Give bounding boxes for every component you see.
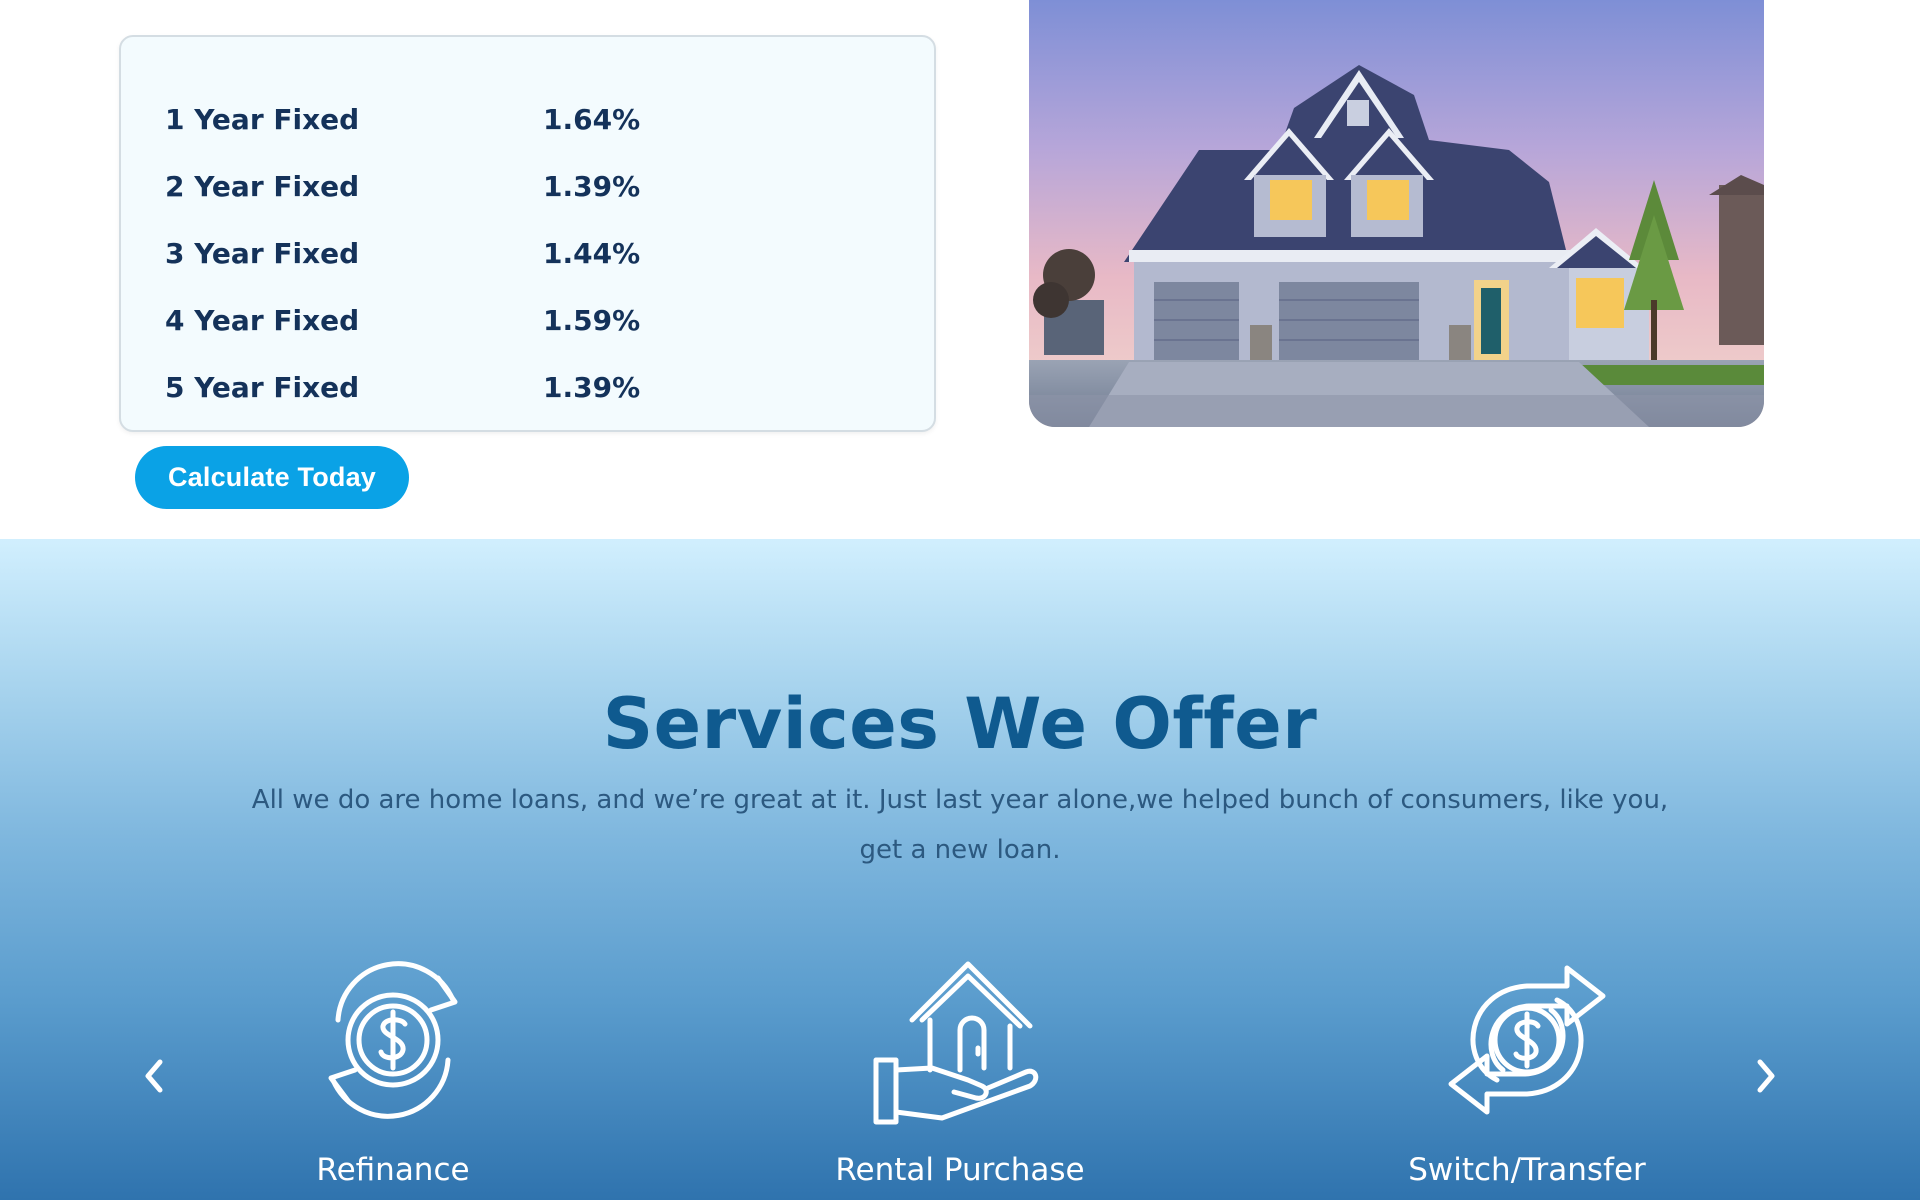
rate-value: 1.39%: [543, 169, 641, 203]
chevron-left-icon: [145, 1059, 163, 1093]
chevron-right-icon: [1757, 1059, 1775, 1093]
service-card-switch-transfer[interactable]: Switch/Transfer: [1347, 950, 1707, 1200]
rate-value: 1.44%: [543, 236, 641, 270]
rate-term: 4 Year Fixed: [165, 303, 360, 337]
rate-row: 1 Year Fixed 1.64%: [165, 99, 640, 139]
service-label: Rental Purchase: [835, 1152, 1085, 1188]
service-card-refinance[interactable]: Refinance: [213, 950, 573, 1200]
services-description: All we do are home loans, and we’re grea…: [251, 785, 1669, 865]
carousel-prev-button[interactable]: [134, 1051, 174, 1101]
services-title: Services We Offer: [602, 683, 1318, 765]
rate-row: 3 Year Fixed 1.44%: [165, 233, 640, 273]
services-section: Services We Offer All we do are home loa…: [0, 539, 1920, 1200]
rate-row: 5 Year Fixed 1.39%: [165, 367, 640, 407]
rates-section: 1 Year Fixed 1.64% 2 Year Fixed 1.39% 3 …: [0, 0, 1920, 539]
rate-value: 1.64%: [543, 102, 641, 136]
calculate-today-button[interactable]: Calculate Today: [135, 446, 409, 509]
service-label: Switch/Transfer: [1408, 1152, 1646, 1188]
service-label: Refinance: [316, 1152, 470, 1188]
rates-card: 1 Year Fixed 1.64% 2 Year Fixed 1.39% 3 …: [119, 35, 936, 432]
rate-row: 2 Year Fixed 1.39%: [165, 166, 640, 206]
rate-value: 1.59%: [543, 303, 641, 337]
rate-value: 1.39%: [543, 370, 641, 404]
rate-term: 1 Year Fixed: [165, 102, 360, 136]
service-card-rental-purchase[interactable]: Rental Purchase: [780, 950, 1140, 1200]
rate-term: 2 Year Fixed: [165, 169, 360, 203]
rate-term: 5 Year Fixed: [165, 370, 360, 404]
rate-term: 3 Year Fixed: [165, 236, 360, 270]
dollar-transfer-arrows-icon: [1448, 965, 1606, 1115]
refinance-dollar-cycle-icon: [328, 961, 458, 1119]
rate-row: 4 Year Fixed 1.59%: [165, 300, 640, 340]
carousel-next-button[interactable]: [1746, 1051, 1786, 1101]
house-in-hand-icon: [873, 961, 1039, 1125]
house-photo: [1029, 0, 1764, 427]
